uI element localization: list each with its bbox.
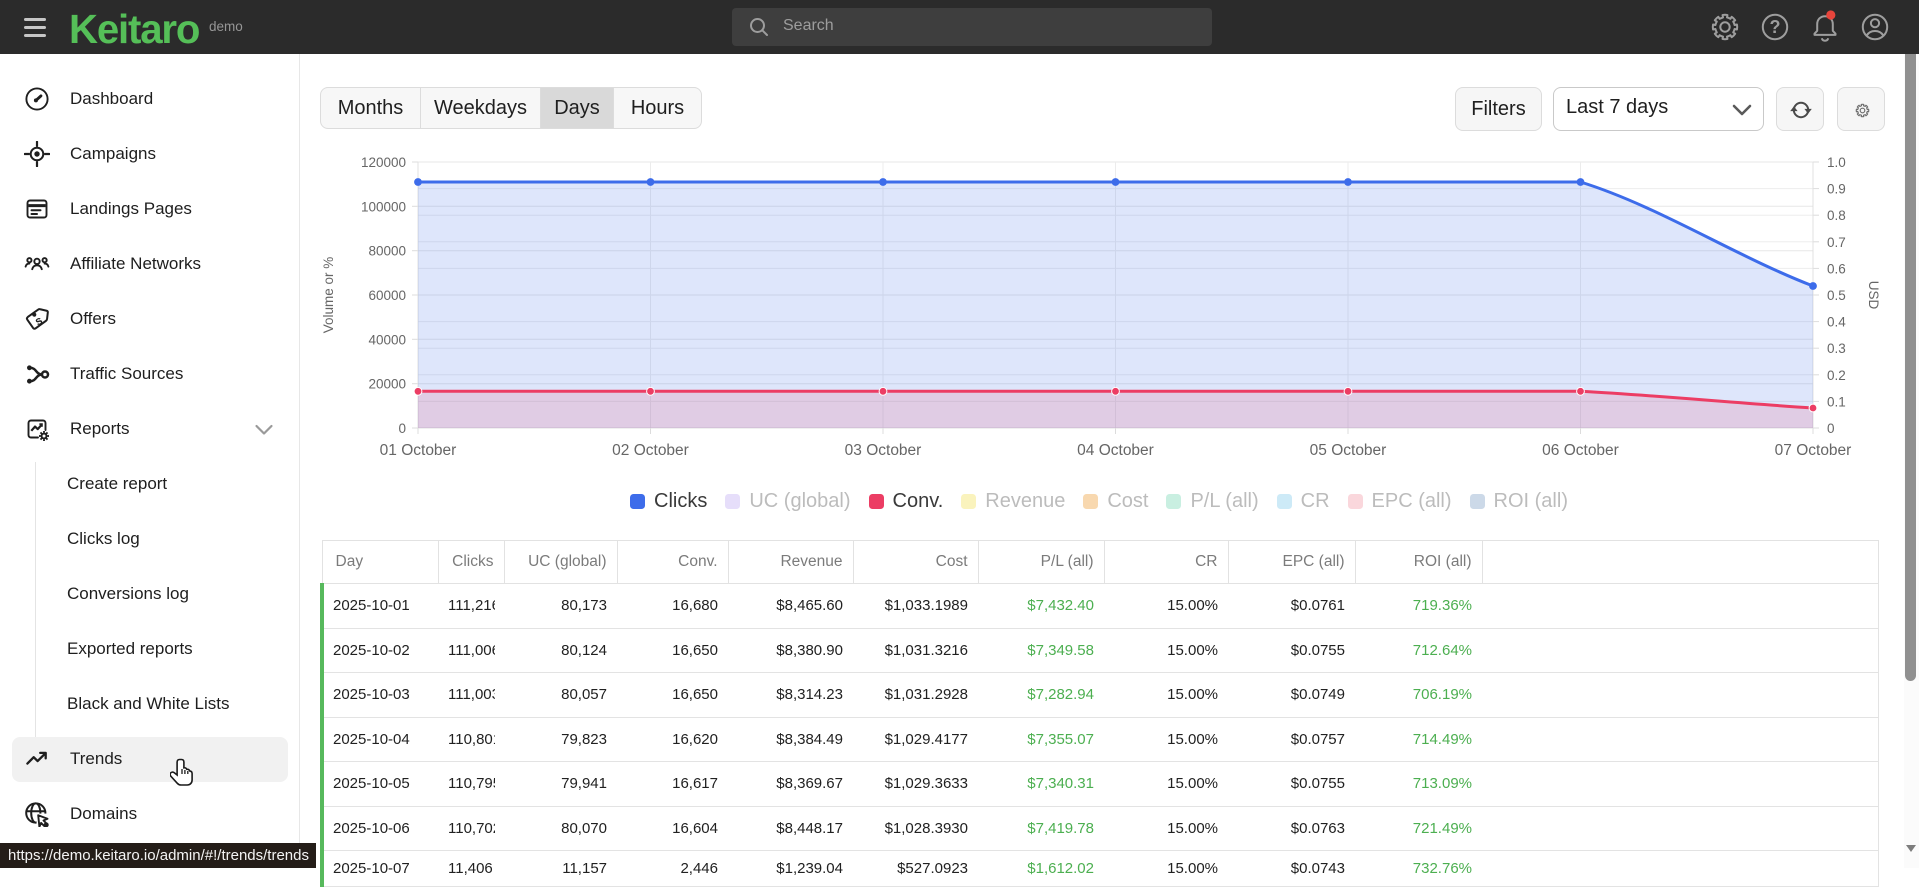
svg-text:06 October: 06 October — [1542, 442, 1619, 459]
svg-text:0.2: 0.2 — [1827, 368, 1846, 383]
svg-text:20000: 20000 — [368, 377, 406, 392]
svg-text:04 October: 04 October — [1077, 442, 1154, 459]
svg-text:0.6: 0.6 — [1827, 261, 1846, 276]
svg-text:80000: 80000 — [368, 244, 406, 259]
svg-text:02 October: 02 October — [612, 442, 689, 459]
svg-text:0.4: 0.4 — [1827, 315, 1846, 330]
svg-text:0.1: 0.1 — [1827, 394, 1846, 409]
svg-text:05 October: 05 October — [1310, 442, 1387, 459]
svg-text:1.0: 1.0 — [1827, 155, 1846, 170]
svg-text:0.3: 0.3 — [1827, 341, 1846, 356]
svg-text:100000: 100000 — [361, 199, 406, 214]
svg-text:07 October: 07 October — [1775, 442, 1852, 459]
svg-text:120000: 120000 — [361, 155, 406, 170]
svg-text:0: 0 — [1827, 421, 1835, 436]
svg-text:0.9: 0.9 — [1827, 182, 1846, 197]
svg-text:40000: 40000 — [368, 332, 406, 347]
svg-text:s: s — [32, 312, 45, 328]
svg-text:0.8: 0.8 — [1827, 208, 1846, 223]
svg-text:?: ? — [1770, 17, 1781, 37]
svg-text:0.5: 0.5 — [1827, 288, 1846, 303]
svg-text:Volume or %: Volume or % — [321, 257, 336, 334]
svg-text:0.7: 0.7 — [1827, 235, 1846, 250]
svg-text:60000: 60000 — [368, 288, 406, 303]
svg-text:USD: USD — [1866, 281, 1881, 310]
svg-text:03 October: 03 October — [845, 442, 922, 459]
svg-text:01 October: 01 October — [380, 442, 457, 459]
svg-text:0: 0 — [398, 421, 406, 436]
